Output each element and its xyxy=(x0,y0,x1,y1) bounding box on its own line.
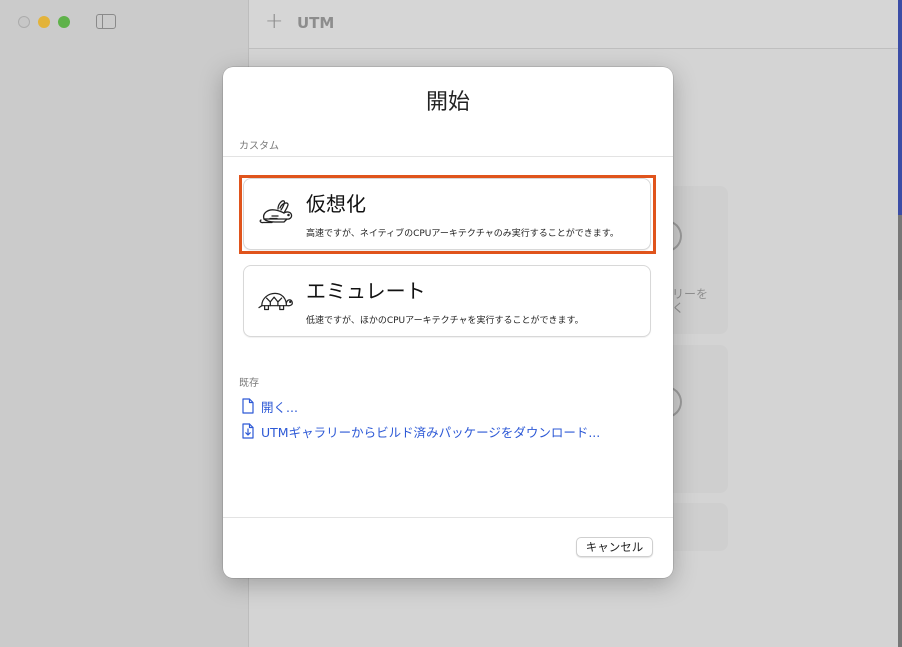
start-dialog: 開始 カスタム 仮想化 高速ですが、ネイティブのCPUアーキテクチャのみ実行する… xyxy=(223,67,673,578)
cancel-button[interactable]: キャンセル xyxy=(576,537,653,557)
minimize-window-button[interactable] xyxy=(38,16,50,28)
download-gallery-link[interactable]: UTMギャラリーからビルド済みパッケージをダウンロード... xyxy=(241,422,600,440)
divider xyxy=(223,517,673,518)
existing-section-label: 既存 xyxy=(239,378,259,389)
dialog-title: 開始 xyxy=(425,90,470,115)
virtualize-description: 高速ですが、ネイティブのCPUアーキテクチャのみ実行することができます。 xyxy=(306,229,619,239)
desktop-edge-accent xyxy=(898,0,902,215)
emulate-title: エミュレート xyxy=(306,279,426,303)
virtualize-option[interactable]: 仮想化 高速ですが、ネイティブのCPUアーキテクチャのみ実行することができます。 xyxy=(243,178,651,250)
plus-icon[interactable]: + xyxy=(265,8,283,36)
scrollbar[interactable] xyxy=(898,300,902,460)
custom-section-label: カスタム xyxy=(239,141,279,152)
close-window-button[interactable] xyxy=(18,16,30,28)
sidebar xyxy=(0,0,249,647)
open-link[interactable]: 開く... xyxy=(241,397,298,415)
app-title: UTM xyxy=(297,14,335,32)
download-document-icon xyxy=(242,423,254,439)
virtualize-title: 仮想化 xyxy=(306,192,366,216)
document-icon xyxy=(242,398,254,414)
background-text: く xyxy=(672,301,685,315)
turtle-icon xyxy=(258,292,293,311)
maximize-window-button[interactable] xyxy=(58,16,70,28)
rabbit-icon xyxy=(259,200,293,224)
emulate-option[interactable]: エミュレート 低速ですが、ほかのCPUアーキテクチャを実行することができます。 xyxy=(243,265,651,337)
open-link-label: 開く... xyxy=(261,399,298,415)
download-gallery-label: UTMギャラリーからビルド済みパッケージをダウンロード... xyxy=(261,424,601,440)
sidebar-toggle-icon[interactable] xyxy=(96,14,116,29)
toolbar: + UTM xyxy=(249,0,898,49)
emulate-description: 低速ですが、ほかのCPUアーキテクチャを実行することができます。 xyxy=(306,316,584,326)
divider xyxy=(223,156,673,157)
